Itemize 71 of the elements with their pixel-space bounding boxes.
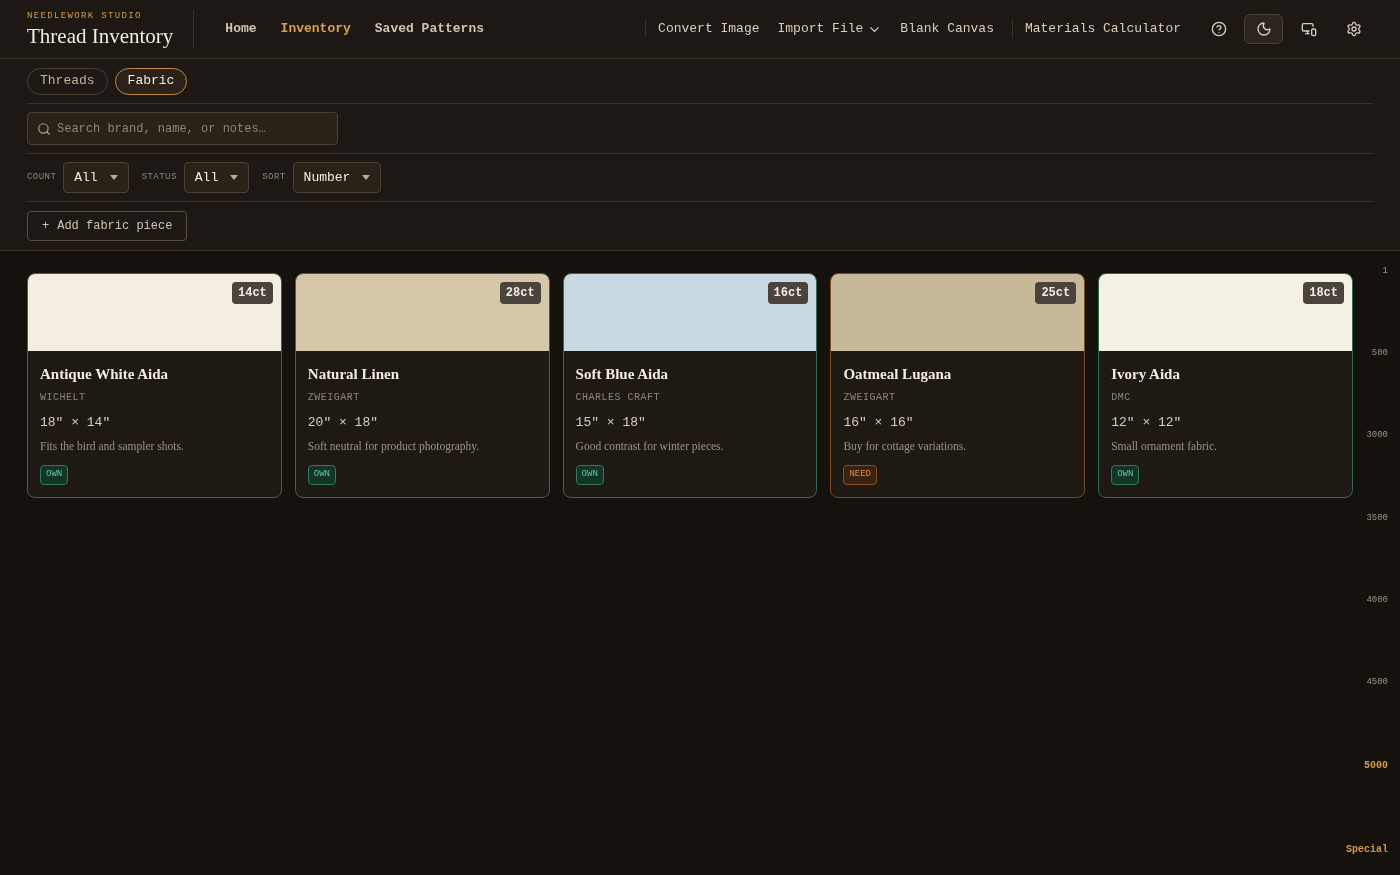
fabric-size: 15" × 18" — [575, 413, 647, 432]
app-title: Thread Inventory — [27, 23, 174, 48]
fabric-size: 16" × 16" — [843, 413, 915, 432]
action-link[interactable]: Materials Calculator — [1024, 19, 1181, 39]
fabric-card[interactable]: 16ct Soft Blue Aida CHARLES CRAFT 15" × 18" Good contrast for winter pieces. OWN — [562, 273, 818, 498]
count-badge: 25ct — [1035, 282, 1077, 304]
index-link[interactable]: 3000 — [1366, 429, 1388, 443]
caret-icon — [362, 175, 371, 180]
fabric-brand: DMC — [1111, 390, 1132, 405]
index-link[interactable]: Special — [1346, 841, 1388, 857]
filter-select[interactable]: All — [63, 162, 129, 193]
fabric-name: Soft Blue Aida — [575, 365, 670, 384]
count-badge: 18ct — [1303, 282, 1344, 304]
nav-link[interactable]: Home — [225, 19, 257, 39]
index-link[interactable]: 1 — [1382, 265, 1388, 279]
status-badge: OWN — [307, 465, 336, 485]
fabric-size: 20" × 18" — [307, 413, 379, 432]
fabric-name: Natural Linen — [307, 365, 401, 384]
fabric-card[interactable]: 18ct Ivory Aida DMC 12" × 12" Small ornament fabric. OWN — [1098, 273, 1353, 498]
brand-eyebrow: NEEDLEWORK STUDIO — [27, 10, 143, 24]
fabric-brand: ZWEIGART — [307, 390, 361, 405]
action-link[interactable]: Blank Canvas — [900, 19, 994, 39]
fabric-brand: CHARLES CRAFT — [575, 390, 662, 405]
index-link[interactable]: 3500 — [1366, 511, 1388, 526]
nav-link[interactable]: Saved Patterns — [374, 19, 484, 39]
tab[interactable]: Fabric — [114, 67, 188, 95]
fabric-size: 12" × 12" — [1111, 413, 1183, 432]
status-badge: OWN — [575, 465, 604, 485]
fabric-name: Antique White Aida — [40, 365, 170, 384]
dropdown-button[interactable]: Import File — [777, 19, 883, 39]
status-badge: OWN — [1111, 465, 1140, 485]
moon-button[interactable] — [1244, 14, 1283, 44]
count-badge: 16ct — [767, 282, 809, 304]
index-link[interactable]: 4000 — [1366, 593, 1388, 608]
status-badge: OWN — [40, 465, 69, 485]
caret-icon — [230, 175, 239, 180]
caret-icon — [109, 175, 118, 180]
filter-label: COUNT — [27, 170, 57, 184]
plus-icon: + — [42, 217, 50, 235]
fabric-card[interactable]: 25ct Oatmeal Lugana ZWEIGART 16" × 16" Buy for cottage variations. NEED — [830, 273, 1086, 498]
help-icon — [1210, 21, 1227, 37]
search-field[interactable]: Search brand, name, or notes… — [27, 112, 338, 145]
nav-link[interactable]: Inventory — [280, 19, 351, 39]
action-link[interactable]: Convert Image — [658, 19, 760, 39]
fabric-notes: Fits the bird and sampler shots. — [40, 439, 185, 455]
fabric-card[interactable]: 28ct Natural Linen ZWEIGART 20" × 18" Soft neutral for product photography. OWN — [294, 273, 550, 498]
status-badge: NEED — [843, 465, 877, 485]
fabric-card[interactable]: 14ct Antique White Aida WICHELT 18" × 14" Fits the bird and sampler shots. OWN — [27, 273, 282, 498]
fabric-brand: WICHELT — [40, 390, 87, 405]
filter-select[interactable]: All — [183, 162, 250, 193]
add-fabric-button[interactable]: + Add fabric piece — [27, 211, 188, 241]
filter-label: STATUS — [141, 170, 177, 184]
fabric-brand: ZWEIGART — [843, 390, 897, 405]
index-link[interactable]: 5000 — [1364, 758, 1388, 774]
fabric-name: Oatmeal Lugana — [843, 365, 953, 384]
filter-label: SORT — [262, 170, 286, 184]
count-badge: 28ct — [499, 282, 541, 304]
fabric-size: 18" × 14" — [40, 413, 112, 432]
devices-icon — [1300, 21, 1317, 37]
index-link[interactable]: 4500 — [1366, 676, 1388, 690]
moon-icon — [1255, 21, 1272, 37]
fabric-notes: Small ornament fabric. — [1111, 439, 1218, 454]
index-link[interactable]: 500 — [1371, 347, 1388, 361]
fabric-notes: Soft neutral for product photography. — [307, 439, 481, 455]
count-badge: 14ct — [232, 282, 273, 304]
fabric-notes: Buy for cottage variations. — [843, 439, 968, 455]
settings-icon — [1345, 21, 1362, 37]
filter-select[interactable]: Number — [292, 162, 382, 193]
fabric-notes: Good contrast for winter pieces. — [575, 439, 725, 455]
search-icon — [37, 122, 51, 136]
fabric-name: Ivory Aida — [1111, 365, 1181, 384]
